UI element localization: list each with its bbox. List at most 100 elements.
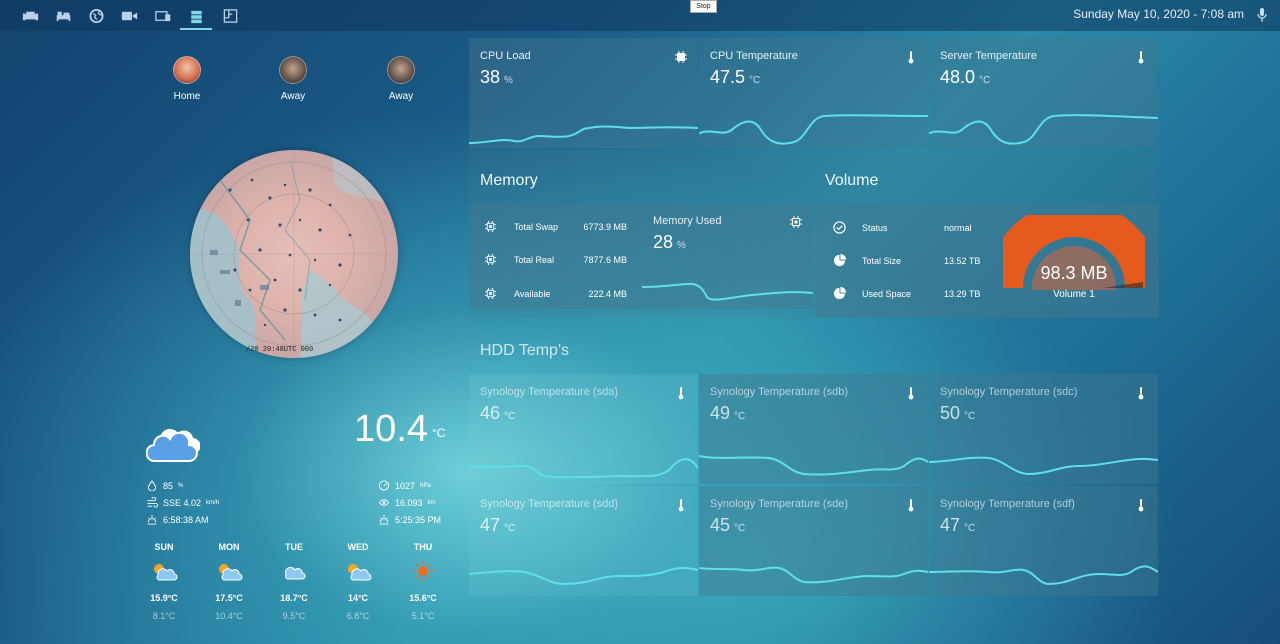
forecast-high: 15.6°C bbox=[409, 593, 437, 603]
gauge-icon bbox=[378, 480, 390, 491]
temperature-unit: °C bbox=[432, 426, 446, 440]
memory-row: Total Real 7877.6 MB bbox=[485, 254, 627, 265]
hdd-temperature-card[interactable]: Synology Temperature (sde) 45 °C bbox=[699, 486, 928, 596]
volume-row: Status normal bbox=[833, 221, 972, 234]
cloud-icon bbox=[145, 418, 201, 464]
card-value-number: 47 bbox=[480, 515, 501, 535]
hdd-temperature-card[interactable]: Synology Temperature (sdb) 49 °C bbox=[699, 374, 928, 484]
card-value-unit: °C bbox=[979, 75, 991, 86]
chip-icon bbox=[790, 216, 802, 228]
card-value: 49 °C bbox=[710, 403, 745, 424]
avatar bbox=[173, 56, 201, 84]
card-value: 38% bbox=[480, 67, 513, 88]
cpu-temperature-card[interactable]: CPU Temperature 47.5 °C bbox=[699, 38, 928, 148]
server-temperature-card[interactable]: Server Temperature 48.0 °C bbox=[929, 38, 1158, 148]
volume-section-title: Volume bbox=[825, 172, 879, 189]
forecast-day-name: MON bbox=[218, 542, 240, 552]
thermometer-icon bbox=[908, 499, 914, 512]
humidity-value: 85 bbox=[163, 480, 174, 491]
volume-row: Used Space 13.29 TB bbox=[833, 287, 980, 300]
card-value: 46 °C bbox=[480, 403, 515, 424]
sunset-time: 5:25:35 PM bbox=[395, 514, 442, 525]
card-value: 50 °C bbox=[940, 403, 975, 424]
memory-used-card[interactable]: Memory Used 28% bbox=[642, 203, 813, 309]
chip-icon bbox=[485, 254, 496, 265]
card-title: Server Temperature bbox=[940, 50, 1038, 62]
sofa-icon[interactable] bbox=[19, 6, 41, 26]
card-value-unit: % bbox=[504, 75, 513, 86]
forecast-low: 6.8°C bbox=[346, 611, 370, 621]
pressure-unit: hPa bbox=[420, 482, 431, 489]
volume-row: Total Size 13.52 TB bbox=[833, 254, 980, 267]
video-camera-icon[interactable] bbox=[118, 6, 140, 26]
wind-icon bbox=[147, 497, 158, 508]
visibility-value: 16.093 bbox=[395, 497, 423, 508]
card-value: 45 °C bbox=[710, 515, 745, 536]
card-title: Memory Used bbox=[653, 215, 722, 227]
volume-row-label: Status bbox=[862, 222, 888, 233]
bed-icon[interactable] bbox=[52, 6, 74, 26]
card-value-unit: °C bbox=[964, 523, 976, 534]
card-title: CPU Temperature bbox=[710, 50, 798, 62]
memory-row-label: Total Swap bbox=[514, 221, 559, 232]
card-value-number: 28 bbox=[653, 232, 674, 252]
forecast-high: 15.9°C bbox=[150, 593, 178, 603]
person-1[interactable]: Home bbox=[157, 56, 217, 102]
check-circle-icon bbox=[833, 221, 846, 234]
hdd-temperature-card[interactable]: Synology Temperature (sdf) 47 °C bbox=[929, 486, 1158, 596]
server-icon[interactable] bbox=[180, 6, 212, 30]
volume-row-label: Used Space bbox=[862, 288, 912, 299]
visibility: 16.093 km bbox=[378, 497, 436, 508]
person-3[interactable]: Away bbox=[371, 56, 431, 102]
sunrise-icon bbox=[147, 514, 157, 525]
forecast-day: WED 14°C 6.8°C bbox=[333, 542, 383, 621]
memory-row-label: Total Real bbox=[514, 254, 555, 265]
partly-cloudy-icon bbox=[154, 564, 178, 581]
card-value-unit: °C bbox=[504, 523, 516, 534]
memory-details-card: Total Swap 6773.9 MB Total Real 7877.6 M… bbox=[469, 203, 641, 309]
hdd-temperature-card[interactable]: Synology Temperature (sda) 46 °C bbox=[469, 374, 698, 484]
pressure: 1027 hPa bbox=[378, 480, 431, 491]
volume-row-value: normal bbox=[944, 222, 972, 233]
volume-row-value: 13.29 TB bbox=[944, 288, 981, 299]
date-time: Sunday May 10, 2020 - 7:08 am bbox=[1073, 7, 1244, 21]
card-value-number: 38 bbox=[480, 67, 501, 87]
stop-tooltip: Stop bbox=[690, 0, 717, 13]
forecast-high: 18.7°C bbox=[280, 593, 308, 603]
card-value: 48.0 °C bbox=[940, 67, 990, 88]
sunrise-time: 6:58:38 AM bbox=[163, 514, 209, 525]
wind-unit: km/h bbox=[206, 499, 220, 506]
wind-value: SSE 4.02 bbox=[163, 497, 202, 508]
volume-row-label: Total Size bbox=[862, 255, 902, 266]
thermometer-icon bbox=[678, 387, 684, 400]
sunset-icon bbox=[379, 514, 389, 525]
avatar bbox=[387, 56, 415, 84]
microphone-icon[interactable] bbox=[1256, 7, 1268, 23]
forecast-day: MON 17.5°C 10.4°C bbox=[204, 542, 254, 621]
floorplan-icon[interactable] bbox=[219, 6, 241, 26]
person-2[interactable]: Away bbox=[263, 56, 323, 102]
card-title: Synology Temperature (sdb) bbox=[710, 386, 848, 398]
person-status: Away bbox=[280, 91, 306, 102]
card-title: Synology Temperature (sdc) bbox=[940, 386, 1078, 398]
card-title: Synology Temperature (sde) bbox=[710, 498, 848, 510]
weather-radar-map[interactable] bbox=[190, 150, 398, 358]
card-value-number: 47 bbox=[940, 515, 961, 535]
devices-icon[interactable] bbox=[152, 6, 174, 26]
volume-card[interactable]: Status normal Total Size 13.52 TB Used S… bbox=[815, 203, 1159, 318]
visibility-unit: km bbox=[427, 499, 436, 506]
forecast-high: 14°C bbox=[347, 593, 369, 603]
hdd-temperature-card[interactable]: Synology Temperature (sdd) 47 °C bbox=[469, 486, 698, 596]
humidity: 85% bbox=[146, 480, 183, 491]
globe-icon[interactable] bbox=[85, 6, 107, 26]
forecast-day-name: TUE bbox=[285, 542, 303, 552]
card-value: 47.5 °C bbox=[710, 67, 760, 88]
cpu-load-card[interactable]: CPU Load 38% bbox=[469, 38, 698, 148]
forecast-low: 8.1°C bbox=[152, 611, 176, 621]
hdd-temperature-card[interactable]: Synology Temperature (sdc) 50 °C bbox=[929, 374, 1158, 484]
partly-cloudy-icon bbox=[348, 564, 372, 581]
current-temperature: 10.4 bbox=[354, 408, 428, 450]
card-value: 47 °C bbox=[940, 515, 975, 536]
card-value-number: 46 bbox=[480, 403, 501, 423]
card-value-unit: °C bbox=[749, 75, 761, 86]
